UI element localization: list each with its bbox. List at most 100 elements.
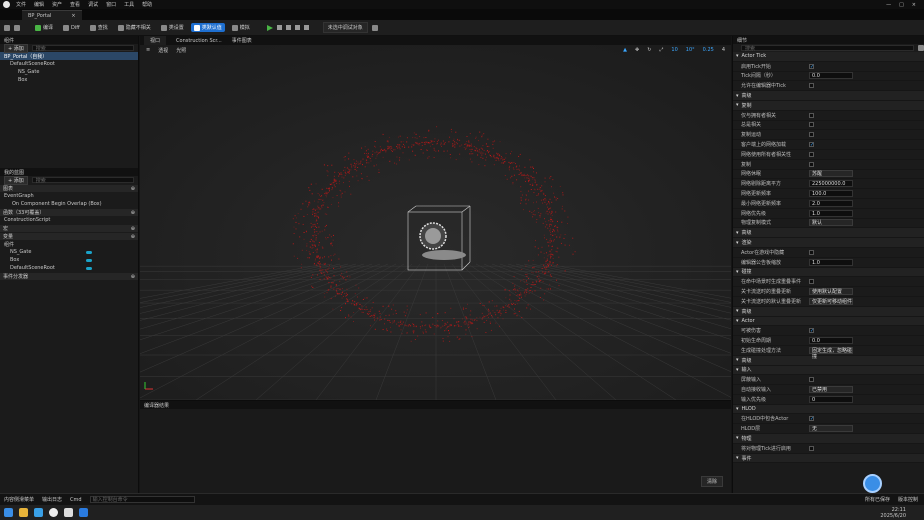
property-dropdown[interactable]: 默认 [809, 219, 853, 227]
dispatchers-section[interactable]: 事件分发器 ⊕ [0, 273, 138, 280]
tab-event-graph[interactable]: 事件图表 [232, 37, 252, 44]
details-category[interactable]: ▾ 高级 [733, 228, 924, 239]
property-matrix-icon[interactable] [918, 45, 924, 51]
property-dropdown[interactable]: 仅更新可移动组件 [809, 297, 853, 305]
class-defaults-button[interactable]: 类默认值 [190, 23, 225, 32]
scale-snap-value[interactable]: 0.25 [703, 47, 714, 53]
graphs-section[interactable]: 图表 ⊕ [0, 185, 138, 192]
diff-button[interactable]: Diff [60, 24, 83, 32]
property-checkbox[interactable]: ✓ [809, 416, 814, 422]
add-graph-icon[interactable]: ⊕ [131, 186, 135, 192]
property-number-field[interactable]: 100.0 [809, 190, 853, 198]
property-number-field[interactable]: 2.0 [809, 199, 853, 207]
details-category[interactable]: ▾ 碰撞 [733, 267, 924, 278]
tab-viewport[interactable]: 视口 [144, 36, 167, 45]
property-number-field[interactable]: 225000000.0 [809, 180, 853, 188]
menu-tools[interactable]: 工具 [124, 1, 134, 8]
tab-close-icon[interactable]: × [71, 13, 75, 20]
property-checkbox[interactable] [809, 122, 814, 128]
viewport-menu-icon[interactable]: ≡ [146, 47, 150, 53]
event-node-item[interactable]: On Component Begin Overlap (Box) [0, 200, 138, 208]
details-category[interactable]: ▾ Actor [733, 316, 924, 327]
compile-button[interactable]: 编译 [32, 23, 56, 32]
event-graph-item[interactable]: EventGraph [0, 192, 138, 200]
simulate-button[interactable]: 模拟 [229, 23, 253, 32]
select-mode-icon[interactable]: ▲ [623, 47, 627, 53]
tab-construction-script[interactable]: Construction Scr... [176, 38, 222, 44]
debug-browse-icon[interactable] [371, 24, 378, 31]
app-icon[interactable] [34, 508, 43, 517]
details-category[interactable]: ▾ HLOD [733, 404, 924, 415]
translate-icon[interactable]: ✥ [635, 47, 639, 53]
details-category[interactable]: ▾ 事件 [733, 453, 924, 464]
lit-button[interactable]: 光照 [176, 47, 186, 54]
rotate-icon[interactable]: ↻ [647, 47, 651, 53]
grid-snap-value[interactable]: 10 [671, 47, 677, 53]
property-number-field[interactable]: 1.0 [809, 209, 853, 217]
perspective-button[interactable]: 透视 [158, 47, 168, 54]
property-number-field[interactable]: 0 [809, 395, 853, 403]
component-item-ns-gate[interactable]: NS_Gate [0, 68, 138, 76]
menu-file[interactable]: 文件 [16, 1, 26, 8]
maximize-button[interactable]: □ [899, 2, 904, 8]
property-dropdown[interactable]: 固定生成，忽略碰撞 [809, 346, 853, 360]
output-log-button[interactable]: 输出日志 [42, 496, 62, 503]
eject-icon[interactable] [303, 25, 309, 30]
property-number-field[interactable]: 1.0 [809, 258, 853, 266]
component-item-root[interactable]: DefaultSceneRoot [0, 60, 138, 68]
hide-unrelated-button[interactable]: 隐藏不相关 [115, 23, 154, 32]
property-checkbox[interactable] [809, 132, 814, 138]
variable-ns-gate[interactable]: NS_Gate [0, 248, 138, 256]
property-checkbox[interactable] [809, 279, 814, 285]
construction-script-item[interactable]: ConstructionScript [0, 216, 138, 224]
components-add-button[interactable]: + 添加 [4, 43, 28, 53]
close-window-button[interactable]: × [912, 2, 916, 8]
menu-asset[interactable]: 资产 [52, 1, 62, 8]
add-variable-icon[interactable]: ⊕ [131, 234, 135, 240]
class-settings-button[interactable]: 类设置 [158, 23, 187, 32]
menu-debug[interactable]: 调试 [88, 1, 98, 8]
component-item-self[interactable]: BP_Portal（自我） [0, 52, 138, 60]
play-icon[interactable] [266, 24, 273, 31]
camera-speed-value[interactable]: 4 [722, 47, 725, 53]
property-checkbox[interactable] [809, 151, 814, 157]
my-blueprint-search-input[interactable]: 搜索 [31, 177, 134, 184]
details-category[interactable]: ▾ 渲染 [733, 238, 924, 248]
source-control-button[interactable]: 版本控制 [898, 496, 918, 503]
menu-help[interactable]: 帮助 [142, 1, 152, 8]
property-checkbox[interactable]: ✓ [809, 142, 814, 148]
details-search-input[interactable]: 搜索 [741, 45, 914, 52]
details-category[interactable]: ▾ 高级 [733, 306, 924, 317]
component-item-box[interactable]: Box [0, 76, 138, 84]
property-number-field[interactable]: 0.0 [809, 72, 853, 80]
components-search-input[interactable]: 搜索 [31, 45, 134, 52]
floating-assistant-button[interactable] [863, 474, 882, 493]
viewport-scene[interactable] [140, 36, 731, 400]
cmd-dropdown[interactable]: Cmd [70, 497, 82, 503]
variable-box[interactable]: Box [0, 256, 138, 264]
functions-section[interactable]: 函数（33可覆盖） ⊕ [0, 209, 138, 216]
content-drawer-button[interactable]: 内容侧滑菜单 [4, 496, 34, 503]
variables-section[interactable]: 变量 ⊕ [0, 233, 138, 240]
property-dropdown[interactable]: 使用默认配置 [809, 288, 853, 296]
property-checkbox[interactable] [809, 83, 814, 89]
save-icon[interactable] [4, 24, 10, 31]
add-dispatcher-icon[interactable]: ⊕ [131, 274, 135, 280]
unreal-taskbar-icon[interactable] [49, 508, 58, 517]
unreal-logo-icon[interactable] [3, 1, 10, 8]
minimize-button[interactable]: — [886, 2, 891, 8]
browse-icon[interactable] [14, 24, 20, 31]
code-editor-icon[interactable] [79, 508, 88, 517]
property-number-field[interactable]: 0.0 [809, 337, 853, 344]
my-blueprint-add-button[interactable]: + 添加 [4, 175, 28, 185]
step-icon[interactable] [276, 25, 282, 30]
property-dropdown[interactable]: 无 [809, 425, 853, 433]
viewport-canvas[interactable] [140, 36, 731, 400]
details-category[interactable]: ▾ Actor Tick [733, 52, 924, 62]
property-checkbox[interactable]: ✓ [809, 328, 814, 334]
property-checkbox[interactable] [809, 249, 814, 255]
pause-icon[interactable] [285, 25, 291, 30]
system-clock[interactable]: 22:11 2025/6/20 [880, 507, 906, 519]
components-group-label[interactable]: 组件 [0, 240, 138, 248]
menu-edit[interactable]: 编辑 [34, 1, 44, 8]
